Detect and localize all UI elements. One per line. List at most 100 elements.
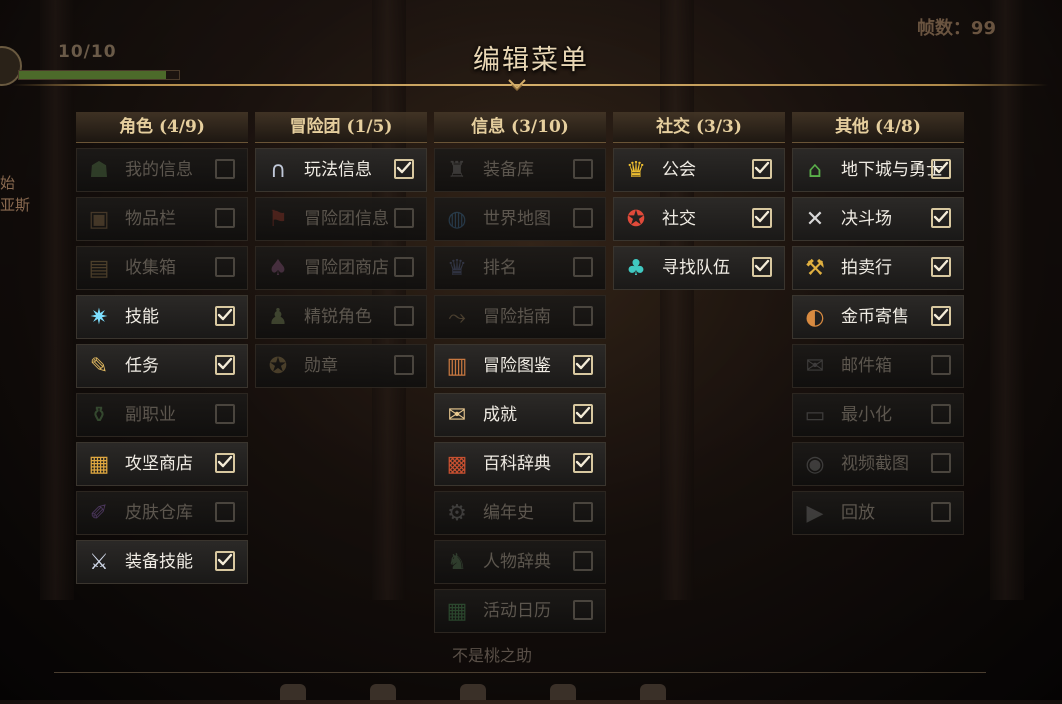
menu-item-label: 冒险团信息 xyxy=(304,209,389,229)
menu-item-checkbox[interactable] xyxy=(752,208,772,228)
menu-item[interactable]: ♞ 人物辞典 xyxy=(434,540,606,584)
menu-item-checkbox[interactable] xyxy=(931,355,951,375)
menu-item-label: 玩法信息 xyxy=(304,160,372,180)
menu-item[interactable]: ✐ 皮肤仓库 xyxy=(76,491,248,535)
replay-icon: ▶ xyxy=(806,500,824,526)
menu-item-checkbox[interactable] xyxy=(931,453,951,473)
toolbar-figure-icon xyxy=(460,684,486,700)
checkmark-icon xyxy=(575,455,591,468)
scroll-icon: ✎ xyxy=(89,353,109,379)
menu-item[interactable]: ∩ 玩法信息 xyxy=(255,148,427,192)
menu-item-checkbox[interactable] xyxy=(394,208,414,228)
menu-item-label: 副职业 xyxy=(125,405,176,425)
menu-item-checkbox[interactable] xyxy=(573,208,593,228)
menu-item-checkbox[interactable] xyxy=(931,208,951,228)
menu-item-checkbox[interactable] xyxy=(215,551,235,571)
hud-fps-counter: 帧数：99 xyxy=(916,18,996,39)
menu-item-checkbox[interactable] xyxy=(573,355,593,375)
menu-item-checkbox[interactable] xyxy=(573,159,593,179)
menu-item[interactable]: ⌂ 地下城与勇士 xyxy=(792,148,964,192)
menu-item[interactable]: ✪ 社交 xyxy=(613,197,785,241)
menu-item-label: 百科辞典 xyxy=(483,454,551,474)
menu-item-label: 地下城与勇士 xyxy=(841,160,943,180)
menu-item-label: 任务 xyxy=(125,356,159,376)
menu-item-checkbox[interactable] xyxy=(931,404,951,424)
menu-item[interactable]: ◍ 世界地图 xyxy=(434,197,606,241)
brush-icon: ✐ xyxy=(89,500,109,526)
toolbar-banner-icon xyxy=(550,684,576,700)
menu-item[interactable]: ♛ 排名 xyxy=(434,246,606,290)
menu-item-checkbox[interactable] xyxy=(573,551,593,571)
menu-item-checkbox[interactable] xyxy=(394,159,414,179)
menu-item[interactable]: ⚔ 装备技能 xyxy=(76,540,248,584)
menu-item[interactable]: ▶ 回放 xyxy=(792,491,964,535)
menu-item-checkbox[interactable] xyxy=(573,600,593,620)
menu-item[interactable]: ▩ 百科辞典 xyxy=(434,442,606,486)
menu-item[interactable]: ⚙ 编年史 xyxy=(434,491,606,535)
menu-item-checkbox[interactable] xyxy=(215,453,235,473)
menu-item-checkbox[interactable] xyxy=(394,257,414,277)
menu-item-checkbox[interactable] xyxy=(215,257,235,277)
menu-item-label: 勋章 xyxy=(304,356,338,376)
menu-item[interactable]: ✕ 决斗场 xyxy=(792,197,964,241)
menu-item[interactable]: ♣ 寻找队伍 xyxy=(613,246,785,290)
social-badge-icon: ✪ xyxy=(626,206,646,232)
menu-item-checkbox[interactable] xyxy=(573,306,593,326)
menu-item-label: 视频截图 xyxy=(841,454,909,474)
menu-item[interactable]: ▤ 收集箱 xyxy=(76,246,248,290)
menu-item[interactable]: ✎ 任务 xyxy=(76,344,248,388)
menu-title: 编辑菜单 xyxy=(473,45,589,76)
checkmark-icon xyxy=(396,161,412,174)
checkmark-icon xyxy=(933,308,949,321)
menu-item-checkbox[interactable] xyxy=(215,502,235,522)
menu-item-checkbox[interactable] xyxy=(573,404,593,424)
menu-item-label: 冒险指南 xyxy=(483,307,551,327)
menu-item-checkbox[interactable] xyxy=(931,306,951,326)
menu-item[interactable]: ▦ 活动日历 xyxy=(434,589,606,633)
menu-item[interactable]: ◉ 视频截图 xyxy=(792,442,964,486)
menu-item[interactable]: ⚒ 拍卖行 xyxy=(792,246,964,290)
calendar-icon: ▦ xyxy=(446,598,468,624)
menu-item-checkbox[interactable] xyxy=(573,502,593,522)
menu-item-checkbox[interactable] xyxy=(931,159,951,179)
menu-item-label: 装备技能 xyxy=(125,552,193,572)
crossed-swords-icon: ✕ xyxy=(805,206,825,232)
menu-item[interactable]: ♟ 精锐角色 xyxy=(255,295,427,339)
menu-item[interactable]: ▣ 物品栏 xyxy=(76,197,248,241)
menu-item[interactable]: ▦ 攻坚商店 xyxy=(76,442,248,486)
globe-icon: ◍ xyxy=(447,206,467,232)
team-icon: ♣ xyxy=(626,255,646,281)
checkmark-icon xyxy=(217,308,233,321)
menu-item[interactable]: ⚑ 冒险团信息 xyxy=(255,197,427,241)
menu-item[interactable]: ⚱ 副职业 xyxy=(76,393,248,437)
menu-item-checkbox[interactable] xyxy=(752,257,772,277)
menu-item[interactable]: ◐ 金币寄售 xyxy=(792,295,964,339)
collection-box-icon: ▤ xyxy=(88,255,110,281)
menu-item-checkbox[interactable] xyxy=(931,257,951,277)
menu-item-checkbox[interactable] xyxy=(752,159,772,179)
menu-item[interactable]: ✷ 技能 xyxy=(76,295,248,339)
menu-item[interactable]: ▥ 冒险图鉴 xyxy=(434,344,606,388)
menu-item[interactable]: ✪ 勋章 xyxy=(255,344,427,388)
menu-item-checkbox[interactable] xyxy=(573,257,593,277)
menu-item-checkbox[interactable] xyxy=(394,306,414,326)
menu-item[interactable]: ✉ 邮件箱 xyxy=(792,344,964,388)
menu-item-checkbox[interactable] xyxy=(215,306,235,326)
menu-item-checkbox[interactable] xyxy=(215,208,235,228)
menu-item[interactable]: ▭ 最小化 xyxy=(792,393,964,437)
menu-item-checkbox[interactable] xyxy=(215,404,235,424)
menu-item-label: 皮肤仓库 xyxy=(125,503,193,523)
menu-item[interactable]: ♜ 装备库 xyxy=(434,148,606,192)
menu-item-checkbox[interactable] xyxy=(215,355,235,375)
menu-item[interactable]: ☗ 我的信息 xyxy=(76,148,248,192)
menu-item-checkbox[interactable] xyxy=(394,355,414,375)
menu-item[interactable]: ♠ 冒险团商店 xyxy=(255,246,427,290)
checkmark-icon xyxy=(933,210,949,223)
menu-item-checkbox[interactable] xyxy=(573,453,593,473)
menu-item-checkbox[interactable] xyxy=(931,502,951,522)
menu-item[interactable]: ⤳ 冒险指南 xyxy=(434,295,606,339)
title-notch-ornament xyxy=(508,79,526,92)
menu-item[interactable]: ✉ 成就 xyxy=(434,393,606,437)
menu-item[interactable]: ♛ 公会 xyxy=(613,148,785,192)
menu-item-checkbox[interactable] xyxy=(215,159,235,179)
